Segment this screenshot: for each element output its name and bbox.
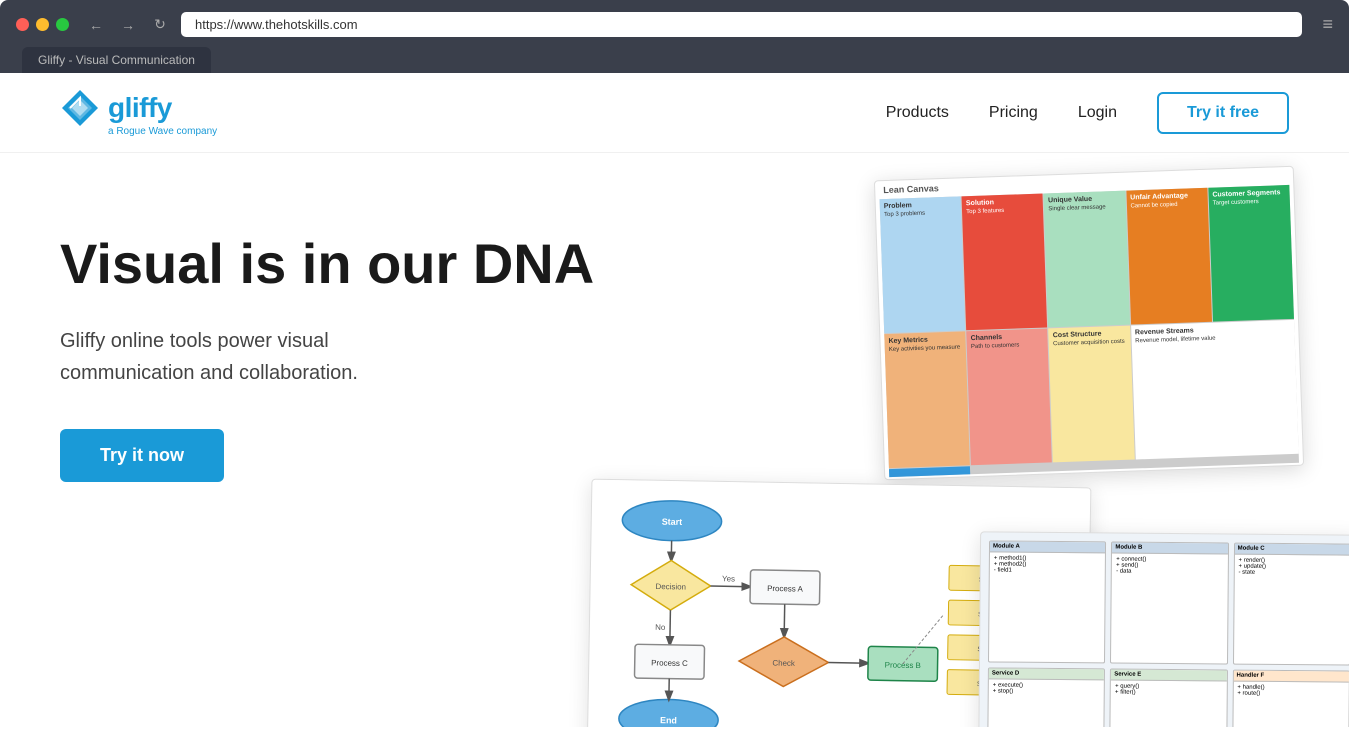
logo-tagline: a Rogue Wave company	[108, 126, 217, 137]
try-it-free-button[interactable]: Try it free	[1157, 92, 1289, 134]
traffic-lights	[16, 18, 69, 31]
minimize-button[interactable]	[36, 18, 49, 31]
tab-bar: Gliffy - Visual Communication	[16, 47, 1333, 73]
lean-canvas-diagram: Lean Canvas ProblemTop 3 problems Soluti…	[874, 166, 1304, 480]
hero-section: Visual is in our DNA Gliffy online tools…	[0, 153, 1349, 727]
nav-header: gliffy a Rogue Wave company Products Pri…	[0, 73, 1349, 153]
pricing-nav-link[interactable]: Pricing	[989, 104, 1038, 122]
svg-text:End: End	[660, 715, 677, 725]
svg-text:Yes: Yes	[722, 574, 735, 583]
logo-row: gliffy	[60, 88, 172, 128]
hero-text: Visual is in our DNA Gliffy online tools…	[60, 213, 594, 482]
logo-text: gliffy	[108, 92, 172, 124]
svg-text:Decision: Decision	[656, 582, 687, 592]
svg-text:No: No	[655, 623, 666, 632]
back-button[interactable]: ←	[85, 14, 107, 36]
uml-diagram: Module A + method1()+ method2()- field1 …	[978, 531, 1349, 727]
products-nav-link[interactable]: Products	[886, 104, 949, 122]
menu-button[interactable]: ≡	[1322, 14, 1333, 35]
svg-text:Check: Check	[772, 659, 795, 668]
try-it-now-button[interactable]: Try it now	[60, 429, 224, 482]
close-button[interactable]	[16, 18, 29, 31]
hero-title: Visual is in our DNA	[60, 233, 594, 295]
address-bar[interactable]: https://www.thehotskills.com	[181, 12, 1302, 37]
browser-chrome: ← → ↻ https://www.thehotskills.com ≡ Gli…	[0, 0, 1349, 73]
nav-links: Products Pricing Login Try it free	[886, 92, 1289, 134]
active-tab[interactable]: Gliffy - Visual Communication	[22, 47, 211, 73]
login-nav-link[interactable]: Login	[1078, 104, 1117, 122]
maximize-button[interactable]	[56, 18, 69, 31]
svg-text:Process B: Process B	[885, 660, 921, 670]
svg-text:Start: Start	[662, 517, 683, 527]
svg-text:Process A: Process A	[767, 584, 804, 594]
refresh-button[interactable]: ↻	[149, 14, 171, 36]
logo-area: gliffy a Rogue Wave company	[60, 88, 217, 137]
svg-text:Process C: Process C	[651, 658, 688, 668]
website-content: gliffy a Rogue Wave company Products Pri…	[0, 73, 1349, 727]
browser-controls: ← → ↻ https://www.thehotskills.com ≡	[16, 12, 1333, 37]
gliffy-logo-icon	[60, 88, 100, 128]
hero-subtitle: Gliffy online tools power visual communi…	[60, 325, 440, 389]
url-text: https://www.thehotskills.com	[195, 17, 358, 32]
forward-button[interactable]: →	[117, 14, 139, 36]
diagrams-area: Lean Canvas ProblemTop 3 problems Soluti…	[559, 173, 1349, 727]
